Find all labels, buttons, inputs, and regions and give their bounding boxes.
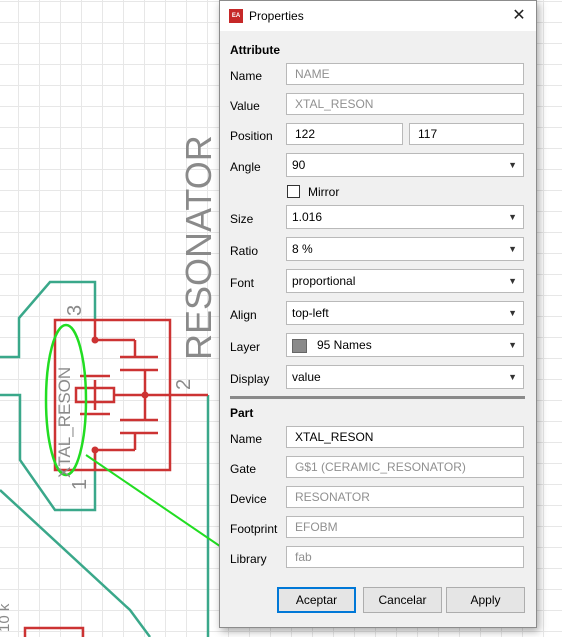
align-label: Align <box>230 308 257 322</box>
layer-label: Layer <box>230 340 261 354</box>
angle-label: Angle <box>230 160 261 174</box>
size-value: 1.016 <box>292 210 323 224</box>
dialog-title: Properties <box>249 9 304 23</box>
dialog-titlebar[interactable]: EA Properties ✕ <box>220 1 536 31</box>
align-value: top-left <box>292 306 329 320</box>
ok-button[interactable]: Aceptar <box>277 587 356 613</box>
display-value: value <box>292 370 321 384</box>
device-label: Device <box>230 492 267 506</box>
name-input[interactable]: NAME <box>286 63 524 85</box>
value-label: Value <box>230 99 260 113</box>
pin-1-label: 1 <box>69 478 91 490</box>
pin-3-label: 3 <box>64 304 86 316</box>
part-name-label: Name <box>230 432 263 446</box>
mirror-label: Mirror <box>308 185 340 199</box>
font-value: proportional <box>292 274 356 288</box>
properties-dialog: EA Properties ✕ Attribute Name NAME Valu… <box>219 0 537 628</box>
library-label: Library <box>230 552 267 566</box>
font-label: Font <box>230 276 255 290</box>
value-input[interactable]: XTAL_RESON <box>286 93 524 115</box>
ratio-label: Ratio <box>230 244 259 258</box>
section-divider <box>230 396 525 399</box>
layer-value: 95 Names <box>317 338 372 352</box>
part-name-input[interactable]: XTAL_RESON <box>286 426 524 448</box>
chevron-down-icon: ▼ <box>508 372 517 382</box>
chevron-down-icon: ▼ <box>508 276 517 286</box>
position-x-input[interactable]: 122 <box>286 123 403 145</box>
angle-value: 90 <box>292 158 306 172</box>
net-outline <box>0 280 210 637</box>
ratio-select[interactable]: 8 % ▼ <box>286 237 524 261</box>
size-select[interactable]: 1.016 ▼ <box>286 205 524 229</box>
chevron-down-icon: ▼ <box>508 308 517 318</box>
gate-label: Gate <box>230 462 257 476</box>
position-y-input[interactable]: 117 <box>409 123 524 145</box>
mirror-checkbox[interactable] <box>287 185 300 198</box>
layer-select[interactable]: 95 Names ▼ <box>286 333 524 357</box>
chevron-down-icon: ▼ <box>508 244 517 254</box>
attribute-section-header: Attribute <box>230 43 280 57</box>
cancel-button[interactable]: Cancelar <box>363 587 442 613</box>
ratio-value: 8 % <box>292 242 313 256</box>
chevron-down-icon: ▼ <box>508 340 517 350</box>
angle-select[interactable]: 90 ▼ <box>286 153 524 177</box>
gate-input[interactable]: G$1 (CERAMIC_RESONATOR) <box>286 456 524 478</box>
size-label: Size <box>230 212 254 226</box>
font-select[interactable]: proportional ▼ <box>286 269 524 293</box>
resonator-symbol <box>23 318 208 637</box>
chevron-down-icon: ▼ <box>508 160 517 170</box>
library-input[interactable]: fab <box>286 546 524 568</box>
layer-color-swatch <box>292 339 307 353</box>
display-select[interactable]: value ▼ <box>286 365 524 389</box>
footprint-input[interactable]: EFOBM <box>286 516 524 538</box>
part-section-header: Part <box>230 406 254 420</box>
part-name-label: XTAL_RESON <box>55 366 74 478</box>
name-label: Name <box>230 69 263 83</box>
chevron-down-icon: ▼ <box>508 212 517 222</box>
apply-button[interactable]: Apply <box>446 587 525 613</box>
app-icon: EA <box>229 9 243 23</box>
align-select[interactable]: top-left ▼ <box>286 301 524 325</box>
device-input[interactable]: RESONATOR <box>286 486 524 508</box>
pin-2-label: 2 <box>173 378 195 390</box>
partial-value-label: 10 k <box>0 604 13 632</box>
display-label: Display <box>230 372 270 386</box>
close-icon[interactable]: ✕ <box>508 5 530 27</box>
footprint-label: Footprint <box>230 522 278 536</box>
resonator-value-label: RESONATOR <box>178 135 219 360</box>
position-label: Position <box>230 129 273 143</box>
